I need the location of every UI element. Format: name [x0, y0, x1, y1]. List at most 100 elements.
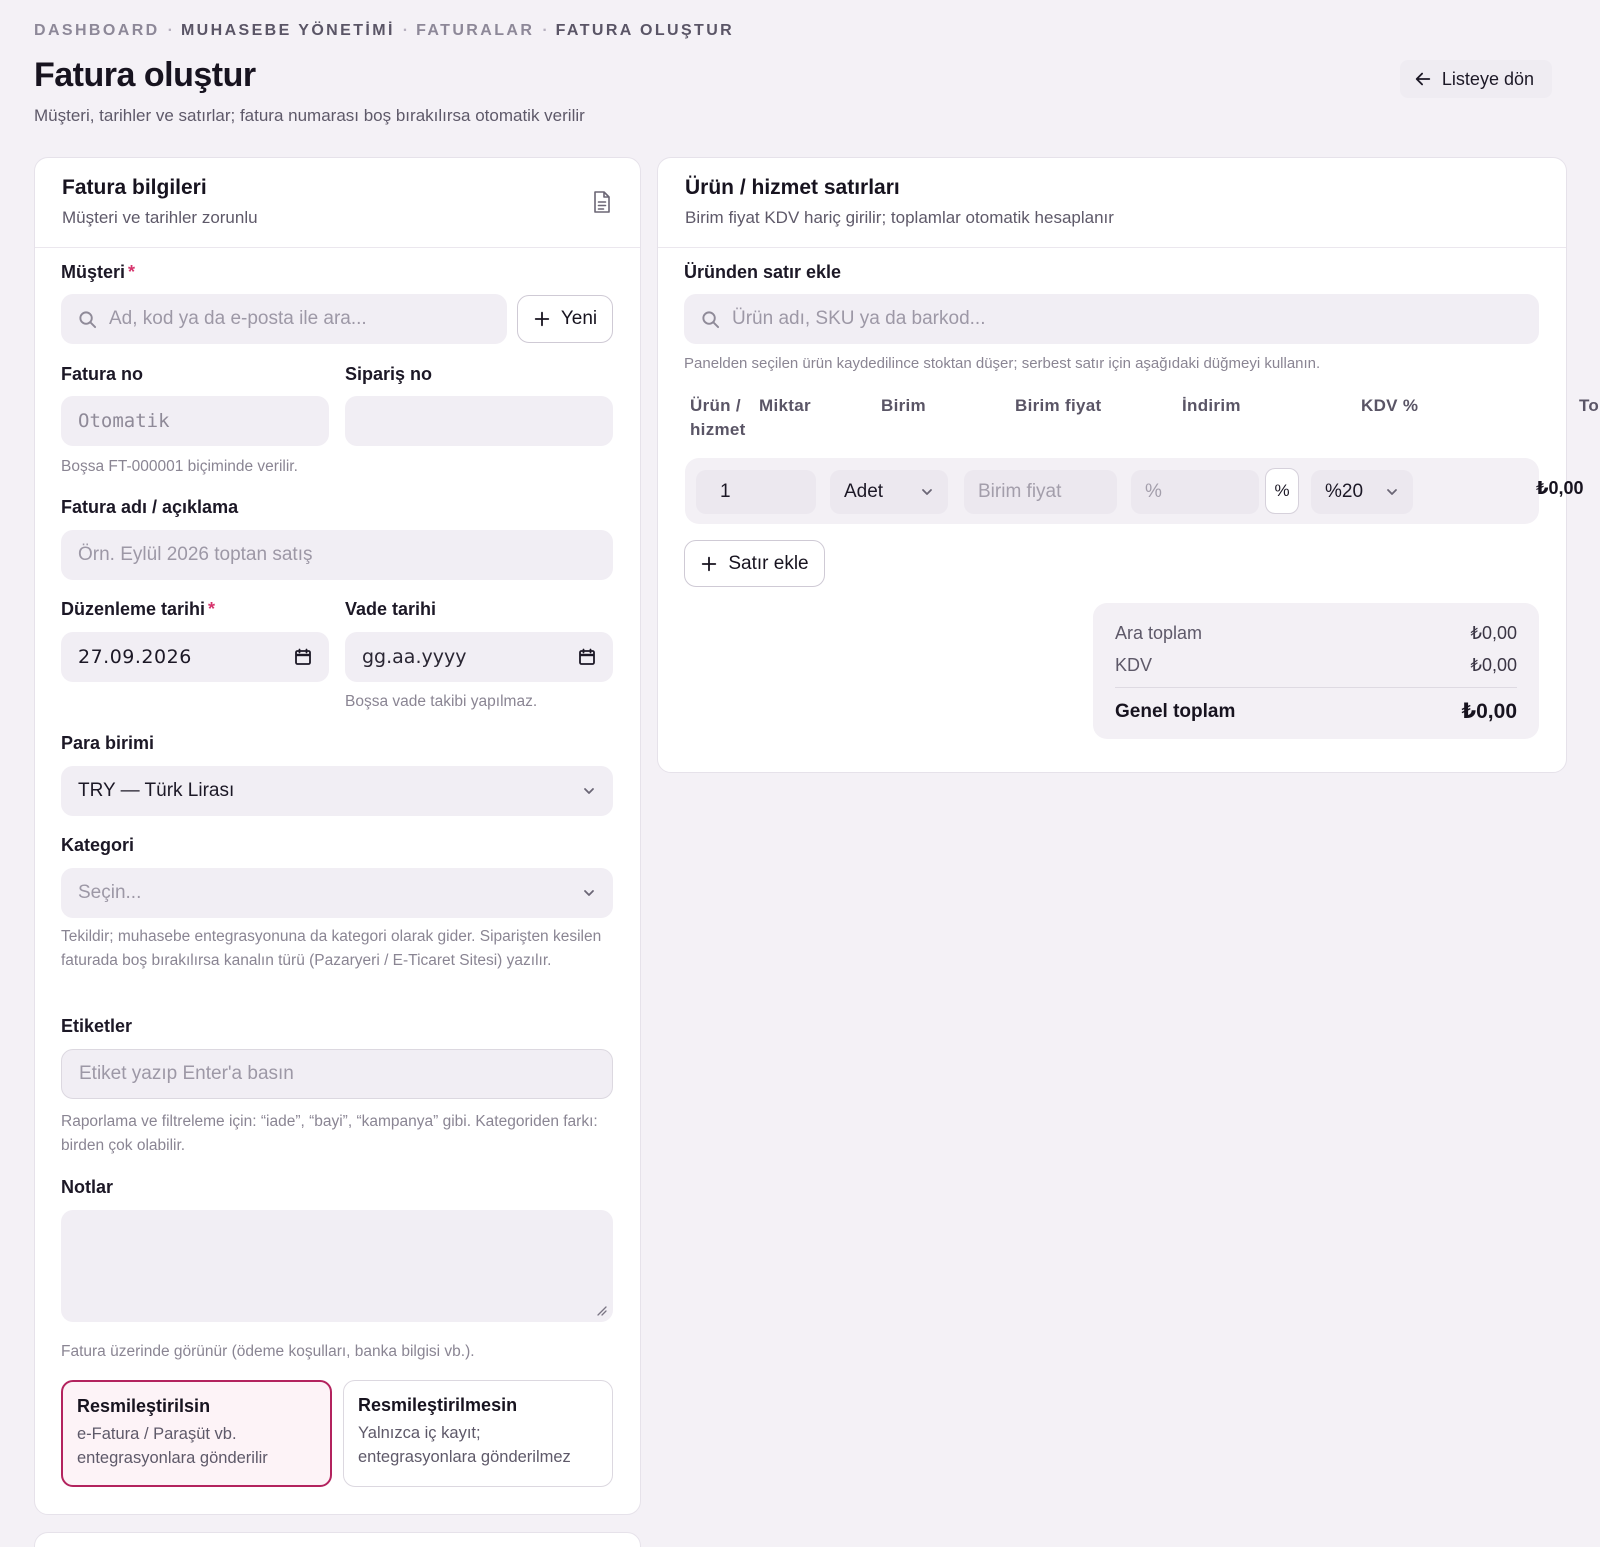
unit-price-input[interactable]: Birim fiyat — [964, 470, 1117, 514]
category-placeholder: Seçin... — [78, 882, 142, 903]
column-header-unit: Birim — [881, 396, 926, 415]
invoice-info-title: Fatura bilgileri — [62, 176, 207, 199]
currency-label: Para birimi — [61, 733, 155, 753]
vat-value: %20 — [1325, 481, 1364, 502]
invoice-lines-subtitle: Birim fiyat KDV hariç girilir; toplamlar… — [685, 208, 1114, 227]
required-mark: * — [128, 262, 136, 282]
new-customer-label: Yeni — [560, 308, 598, 329]
quantity-input[interactable]: 1 — [696, 470, 816, 514]
plus-icon — [702, 556, 717, 571]
vat-row: KDV ₺0,00 — [1115, 649, 1517, 681]
lines-table-header: Ürün / hizmet Miktar Birim Birim fiyat İ… — [690, 394, 1600, 444]
official-yes-option[interactable]: Resmileştirilsin e-Fatura / Paraşüt vb. … — [61, 1380, 332, 1487]
invoice-lines-title: Ürün / hizmet satırları — [685, 176, 900, 199]
line-total: ₺0,00 — [1536, 478, 1584, 498]
tags-placeholder: Etiket yazıp Enter'a basın — [79, 1063, 294, 1084]
invoice-no-label: Fatura no — [61, 364, 144, 384]
official-yes-desc: e-Fatura / Paraşüt vb. entegrasyonlara g… — [77, 1425, 268, 1467]
column-header-discount: İndirim — [1182, 396, 1241, 415]
product-search-input[interactable]: Ürün adı, SKU ya da barkod... — [684, 294, 1539, 344]
issue-date-input[interactable]: 27.09.2026 — [61, 632, 329, 682]
due-date-placeholder: gg.aa.yyyy — [362, 646, 467, 668]
column-header-unit-price: Birim fiyat — [1015, 396, 1102, 415]
back-to-list-button[interactable]: Listeye dön — [1399, 60, 1552, 98]
document-icon — [594, 191, 610, 213]
discount-placeholder: % — [1145, 481, 1162, 502]
description-label: Fatura adı / açıklama — [61, 497, 239, 517]
tags-input[interactable]: Etiket yazıp Enter'a basın — [61, 1049, 613, 1099]
breadcrumb: DASHBOARD · MUHASEBE YÖNETİMİ · FATURALA… — [34, 22, 734, 40]
vat-select[interactable]: %20 — [1311, 470, 1413, 514]
column-header-quantity: Miktar — [759, 396, 811, 415]
back-to-list-label: Listeye dön — [1441, 68, 1534, 89]
official-no-option[interactable]: Resmileştirilmesin Yalnızca iç kayıt; en… — [343, 1380, 613, 1487]
order-no-label: Sipariş no — [345, 364, 433, 384]
add-row-label: Satır ekle — [728, 552, 809, 574]
invoice-no-input[interactable]: Otomatik — [61, 396, 329, 446]
discount-input[interactable]: % — [1131, 470, 1259, 514]
quantity-value: 1 — [720, 481, 731, 502]
subtotal-value: ₺0,00 — [1470, 622, 1518, 643]
category-select[interactable]: Seçin... — [61, 868, 613, 918]
vat-total-value: ₺0,00 — [1470, 654, 1518, 675]
vat-total-label: KDV — [1115, 654, 1153, 675]
issue-date-value: 27.09.2026 — [78, 646, 192, 668]
new-customer-button[interactable]: Yeni — [517, 295, 613, 343]
column-header-vat: KDV % — [1361, 396, 1419, 415]
calendar-icon[interactable] — [294, 648, 312, 666]
plus-icon — [534, 311, 550, 327]
due-date-label: Vade tarihi — [345, 599, 437, 619]
unit-price-placeholder: Birim fiyat — [978, 481, 1062, 502]
grand-total-value: ₺0,00 — [1461, 700, 1517, 723]
required-mark: * — [208, 599, 216, 619]
invoice-no-help: Boşsa FT-000001 biçiminde verilir. — [61, 458, 298, 475]
chevron-down-icon — [1387, 489, 1397, 495]
description-placeholder: Örn. Eylül 2026 toptan satış — [78, 544, 313, 565]
description-input[interactable]: Örn. Eylül 2026 toptan satış — [61, 530, 613, 580]
subtotal-label: Ara toplam — [1115, 622, 1203, 643]
subtotal-row: Ara toplam ₺0,00 — [1115, 617, 1517, 649]
search-icon — [79, 310, 97, 328]
breadcrumb-invoices[interactable]: FATURALAR — [416, 22, 534, 40]
chevron-down-icon — [584, 890, 594, 896]
official-no-desc: Yalnızca iç kayıt; entegrasyonlara gönde… — [358, 1424, 571, 1466]
arrow-left-icon — [1415, 72, 1431, 86]
due-date-help: Boşsa vade takibi yapılmaz. — [345, 693, 538, 710]
invoice-no-placeholder: Otomatik — [78, 410, 170, 432]
totals-box: Ara toplam ₺0,00 KDV ₺0,00 Genel toplam … — [1093, 603, 1539, 739]
breadcrumb-separator: · — [167, 22, 173, 39]
chevron-down-icon — [922, 489, 932, 495]
calendar-icon[interactable] — [578, 648, 596, 666]
product-search-placeholder: Ürün adı, SKU ya da barkod... — [732, 308, 986, 329]
currency-select[interactable]: TRY — Türk Lirası — [61, 766, 613, 816]
invoice-info-subtitle: Müşteri ve tarihler zorunlu — [62, 208, 258, 227]
resize-handle-icon[interactable] — [595, 1304, 607, 1316]
due-date-input[interactable]: gg.aa.yyyy — [345, 632, 613, 682]
column-header-total: To — [1579, 396, 1600, 415]
next-card — [34, 1532, 641, 1547]
breadcrumb-separator: · — [542, 22, 548, 39]
order-no-input[interactable] — [345, 396, 613, 446]
breadcrumb-dashboard[interactable]: DASHBOARD — [34, 22, 160, 40]
page-subtitle: Müşteri, tarihler ve satırlar; fatura nu… — [34, 106, 585, 125]
breadcrumb-current: FATURA OLUŞTUR — [555, 22, 735, 39]
customer-label: Müşteri * — [61, 262, 136, 282]
official-yes-title: Resmileştirilsin — [77, 1396, 211, 1416]
grand-total-label: Genel toplam — [1115, 700, 1236, 722]
discount-type-toggle[interactable]: % — [1265, 468, 1299, 514]
unit-value: Adet — [844, 481, 884, 502]
column-header-product: Ürün / hizmet — [690, 396, 746, 439]
category-label: Kategori — [61, 835, 135, 855]
notes-label: Notlar — [61, 1177, 114, 1197]
add-row-button[interactable]: Satır ekle — [684, 540, 825, 587]
add-from-product-label: Üründen satır ekle — [684, 262, 842, 282]
unit-select[interactable]: Adet — [830, 470, 948, 514]
customer-search-input[interactable]: Ad, kod ya da e-posta ile ara... — [61, 294, 507, 344]
search-icon — [702, 310, 720, 328]
notes-textarea[interactable] — [61, 1210, 613, 1322]
notes-help: Fatura üzerinde görünür (ödeme koşulları… — [61, 1343, 475, 1360]
tags-label: Etiketler — [61, 1016, 133, 1036]
breadcrumb-separator: · — [402, 22, 409, 39]
chevron-down-icon — [584, 788, 594, 794]
breadcrumb-accounting[interactable]: MUHASEBE YÖNETİMİ — [181, 22, 395, 40]
